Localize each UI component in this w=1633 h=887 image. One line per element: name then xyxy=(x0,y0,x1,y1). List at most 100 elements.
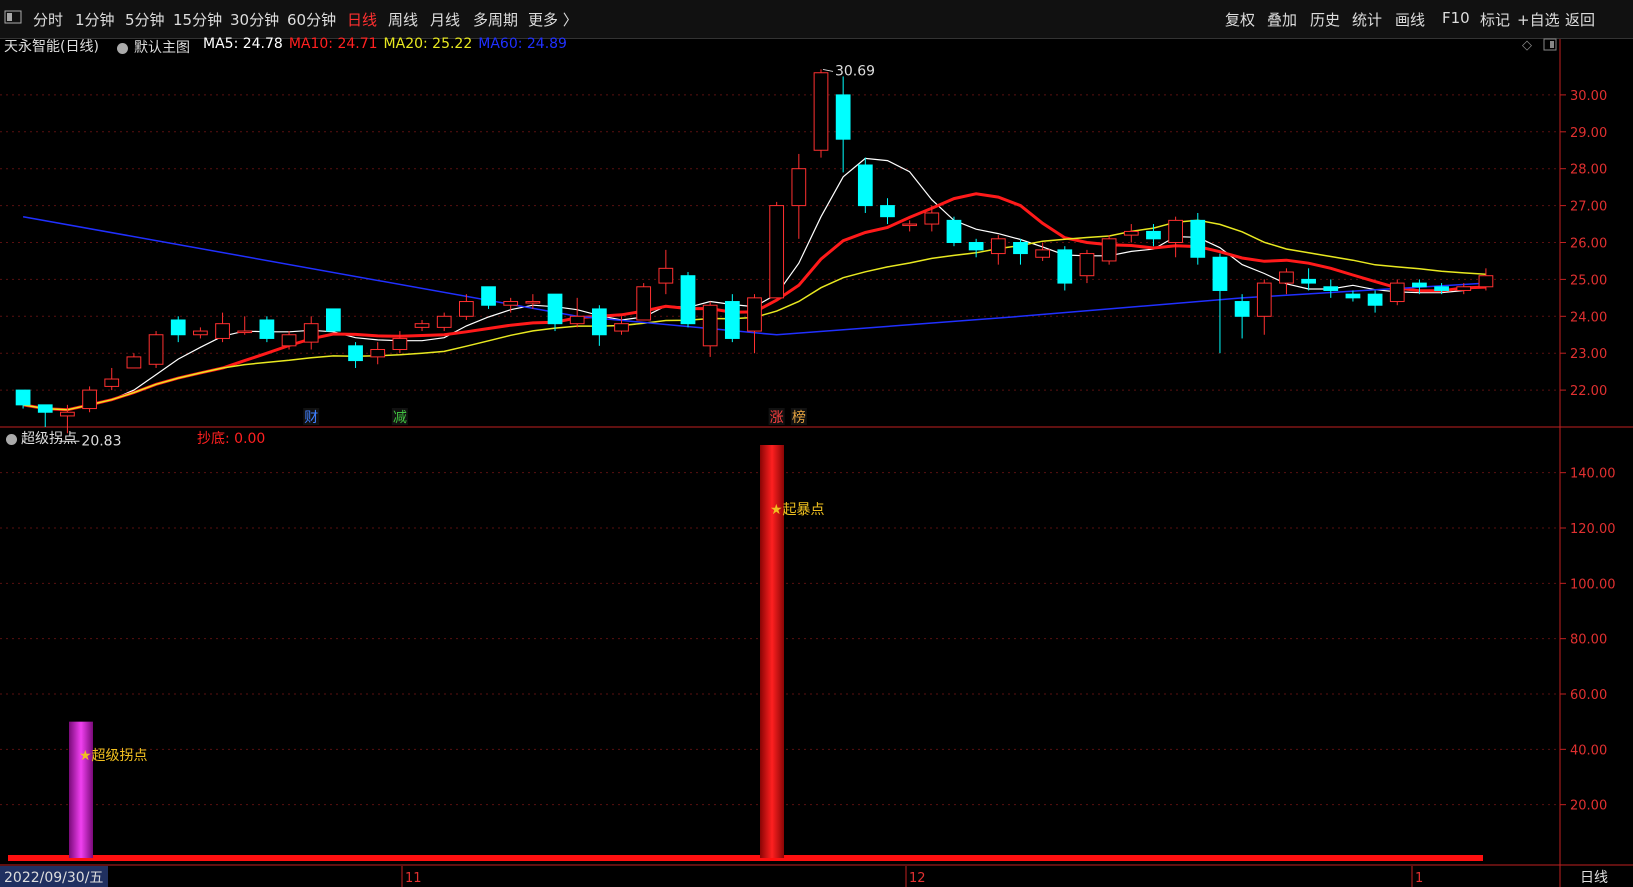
candle[interactable] xyxy=(680,272,696,328)
candle[interactable] xyxy=(857,157,873,213)
candle[interactable] xyxy=(148,331,164,368)
ma-label-0: MA5: 24.78 xyxy=(203,36,283,52)
indicator-tick-3: 80.00 xyxy=(1570,633,1607,648)
event-marker-3[interactable]: 榜 xyxy=(792,409,806,426)
period-tab-8[interactable]: 月线 xyxy=(430,9,460,30)
candle[interactable] xyxy=(813,69,829,158)
candle[interactable] xyxy=(702,301,718,357)
toolbar-button-1[interactable]: 叠加 xyxy=(1267,9,1297,30)
diamond-icon[interactable]: ◇ xyxy=(1522,38,1532,53)
indicator-tick-1: 120.00 xyxy=(1570,522,1616,537)
period-tab-7[interactable]: 周线 xyxy=(388,9,418,30)
candle[interactable] xyxy=(636,283,652,321)
indicator-bar-0[interactable] xyxy=(69,721,93,858)
period-tab-5[interactable]: 60分钟 xyxy=(287,9,336,30)
candle[interactable] xyxy=(104,367,120,391)
candle[interactable] xyxy=(968,238,984,258)
candle[interactable] xyxy=(747,294,762,354)
panel-toggle-icon[interactable] xyxy=(4,10,22,28)
period-tab-2[interactable]: 5分钟 xyxy=(125,9,165,30)
event-markers[interactable]: 财 减 涨榜 xyxy=(303,408,807,426)
month-tick-1: 12 xyxy=(909,871,926,886)
candle[interactable] xyxy=(1123,224,1139,243)
candle[interactable] xyxy=(215,312,230,343)
candle[interactable] xyxy=(392,331,408,354)
candle[interactable] xyxy=(1279,268,1294,295)
toolbar-button-3[interactable]: 统计 xyxy=(1352,9,1382,30)
candle[interactable] xyxy=(458,294,474,320)
toolbar-button-7[interactable]: +自选 xyxy=(1517,9,1560,30)
period-tab-9[interactable]: 多周期 xyxy=(473,9,518,30)
indicator-bars[interactable]: ★超级拐点 ★起暴点 xyxy=(8,445,1483,861)
candle[interactable] xyxy=(237,316,253,335)
period-label: 日线 xyxy=(1580,870,1608,886)
candle[interactable] xyxy=(37,404,53,427)
candle[interactable] xyxy=(1367,290,1383,313)
candle[interactable] xyxy=(591,305,607,346)
candle[interactable] xyxy=(1190,212,1206,265)
candle[interactable] xyxy=(1234,294,1250,339)
toolbar-button-6[interactable]: 标记 xyxy=(1480,9,1510,30)
candle[interactable] xyxy=(1256,279,1272,335)
candle[interactable] xyxy=(791,153,807,239)
candle[interactable] xyxy=(193,327,208,339)
toolbar-button-2[interactable]: 历史 xyxy=(1310,9,1340,30)
period-tab-3[interactable]: 15分钟 xyxy=(173,9,222,30)
candle[interactable] xyxy=(436,312,452,332)
candle[interactable] xyxy=(880,198,895,225)
candle[interactable] xyxy=(1013,238,1028,265)
candle[interactable] xyxy=(835,76,851,173)
candle[interactable] xyxy=(658,249,674,295)
candle[interactable] xyxy=(1168,216,1183,258)
chevron-down-icon xyxy=(117,42,128,54)
candle[interactable] xyxy=(1478,268,1494,291)
candle[interactable] xyxy=(547,293,563,332)
candlestick-series[interactable] xyxy=(15,69,1494,434)
main-chart-selector[interactable]: 默认主图 xyxy=(117,37,196,57)
indicator-bar-label-0: ★超级拐点 xyxy=(79,748,148,764)
indicator-bar-label-1: ★起暴点 xyxy=(770,502,825,518)
candle[interactable] xyxy=(370,342,386,365)
candle[interactable] xyxy=(82,386,97,413)
event-marker-2[interactable]: 涨 xyxy=(770,410,784,426)
candle[interactable] xyxy=(326,308,341,332)
candle[interactable] xyxy=(1323,279,1339,298)
candle[interactable] xyxy=(481,286,496,309)
candle[interactable] xyxy=(170,316,186,343)
price-tick-7: 23.00 xyxy=(1570,347,1607,362)
candle[interactable] xyxy=(414,319,430,332)
indicator-tick-4: 60.00 xyxy=(1570,688,1607,703)
period-tab-4[interactable]: 30分钟 xyxy=(230,9,279,30)
period-tab-1[interactable]: 1分钟 xyxy=(75,9,115,30)
period-tab-6[interactable]: 日线 xyxy=(347,9,377,30)
candle[interactable] xyxy=(902,220,918,232)
toolbar-button-8[interactable]: 返回 xyxy=(1565,9,1595,30)
candle[interactable] xyxy=(1101,235,1117,265)
candle[interactable] xyxy=(724,294,740,343)
period-tab-10[interactable]: 更多 〉 xyxy=(528,9,578,30)
toolbar-button-0[interactable]: 复权 xyxy=(1225,9,1255,30)
event-marker-1[interactable]: 减 xyxy=(393,410,407,426)
candle[interactable] xyxy=(990,235,1006,265)
candle[interactable] xyxy=(348,342,363,368)
candle[interactable] xyxy=(303,316,319,350)
candle[interactable] xyxy=(1301,268,1316,291)
toolbar: 分时 1分钟 5分钟 15分钟 30分钟 60分钟 日线 周线 月线 多周期 更多 〉 复权 叠加 历史… xyxy=(0,0,1633,39)
event-marker-0[interactable]: 财 xyxy=(304,410,318,426)
period-tab-0[interactable]: 分时 xyxy=(33,9,63,30)
candle[interactable] xyxy=(1212,253,1228,354)
candle[interactable] xyxy=(569,297,585,328)
candle[interactable] xyxy=(503,297,519,313)
candle[interactable] xyxy=(126,353,142,369)
indicator-selector[interactable]: 超级拐点 xyxy=(6,428,77,448)
sidebar-toggle-icon[interactable] xyxy=(1543,38,1557,55)
toolbar-button-5[interactable]: F10 xyxy=(1442,9,1470,27)
candle[interactable] xyxy=(259,316,275,343)
candle[interactable] xyxy=(1057,246,1073,291)
candle[interactable] xyxy=(1389,279,1405,306)
ma-legend: MA5: 24.78 MA10: 24.71 MA20: 25.22 MA60: 24… xyxy=(203,36,573,52)
candle[interactable] xyxy=(946,216,962,247)
candle[interactable] xyxy=(1079,249,1095,284)
candle[interactable] xyxy=(769,201,785,299)
toolbar-button-4[interactable]: 画线 xyxy=(1395,9,1425,30)
